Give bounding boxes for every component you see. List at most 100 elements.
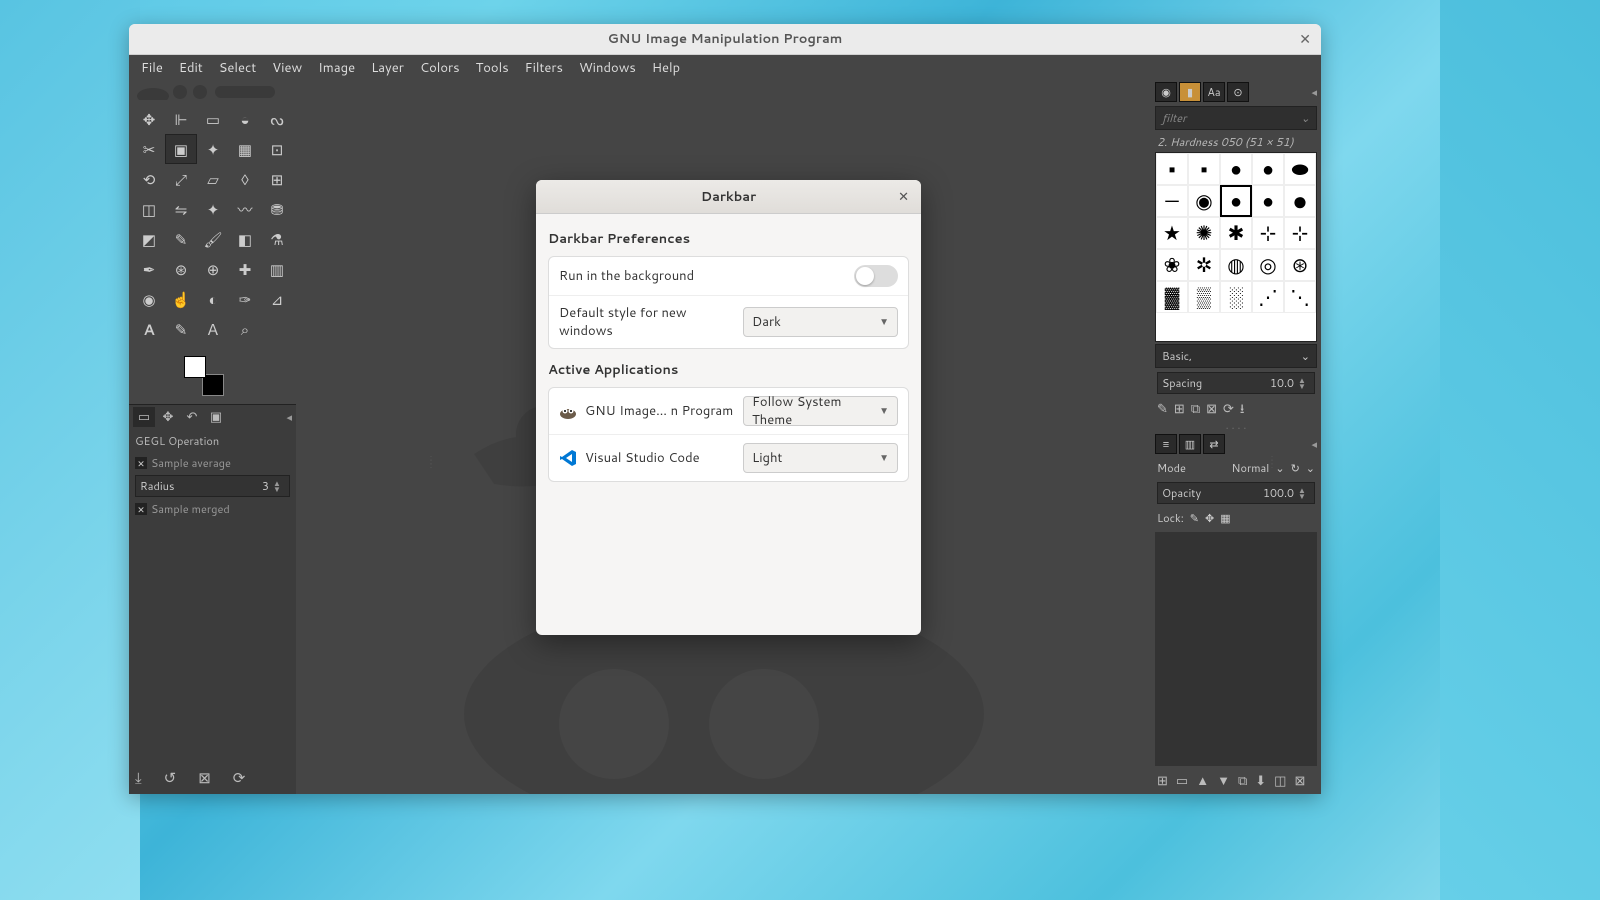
restore-options-icon[interactable]: ↺: [164, 767, 177, 788]
dup-brush-icon[interactable]: ⧉: [1191, 400, 1200, 422]
delete-options-icon[interactable]: ⊠: [198, 767, 211, 788]
tool-cage-icon[interactable]: ✦: [197, 194, 229, 224]
chevron-down-icon[interactable]: ⌄: [1306, 460, 1315, 476]
reset-options-icon[interactable]: ⟳: [233, 767, 246, 788]
tool-dodge-icon[interactable]: ◐: [197, 284, 229, 314]
app-theme-dropdown[interactable]: Light ▼: [743, 443, 898, 473]
tool-airbrush-icon[interactable]: ⚗: [261, 224, 293, 254]
tool-rect-select-icon[interactable]: ▭: [197, 104, 229, 134]
tab-menu-icon[interactable]: ◂: [286, 409, 292, 425]
sample-merged-checkbox[interactable]: ✕: [135, 503, 147, 515]
tool-ink-icon[interactable]: ✒: [133, 254, 165, 284]
sample-average-checkbox[interactable]: ✕: [135, 457, 147, 469]
tool-measure-icon[interactable]: ⊿: [261, 284, 293, 314]
tool-gradient-icon[interactable]: ◩: [133, 224, 165, 254]
paths-tab-icon[interactable]: ⇄: [1203, 434, 1225, 454]
undo-tab-icon[interactable]: ↶: [181, 407, 203, 427]
patterns-tab-icon[interactable]: ▮: [1179, 82, 1201, 102]
chevron-down-icon[interactable]: ⌄: [1301, 348, 1310, 364]
tooloptions-tab-icon[interactable]: ▭: [133, 407, 155, 427]
tool-path-icon[interactable]: ✑: [229, 284, 261, 314]
fonts-tab-icon[interactable]: Aa: [1203, 82, 1225, 102]
menu-filters[interactable]: Filters: [517, 56, 571, 80]
lock-position-icon[interactable]: ✥: [1205, 510, 1214, 526]
layers-tab-icon[interactable]: ≡: [1155, 434, 1177, 454]
open-brush-icon[interactable]: ⭳: [1240, 400, 1245, 422]
lock-pixels-icon[interactable]: ✎: [1190, 510, 1199, 526]
menu-file[interactable]: File: [133, 56, 171, 80]
device-tab-icon[interactable]: ✥: [157, 407, 179, 427]
tool-warp-icon[interactable]: 〰: [229, 194, 261, 224]
tool-pencil-icon[interactable]: ✎: [165, 224, 197, 254]
tool-heal-icon[interactable]: ✚: [229, 254, 261, 284]
menu-colors[interactable]: Colors: [412, 56, 468, 80]
tool-by-color-icon[interactable]: ▦: [229, 134, 261, 164]
edit-brush-icon[interactable]: ✎: [1157, 400, 1168, 422]
tool-foreground-select-icon[interactable]: ▣: [165, 134, 197, 164]
mode-switch-icon[interactable]: ↻: [1291, 460, 1300, 476]
titlebar[interactable]: GNU Image Manipulation Program ✕: [129, 24, 1321, 55]
tool-paintbrush-icon[interactable]: 🖌: [197, 224, 229, 254]
color-swatch[interactable]: [184, 356, 224, 396]
tool-fuzzy-select-icon[interactable]: ✦: [197, 134, 229, 164]
save-options-icon[interactable]: ⤓: [135, 767, 142, 788]
merge-layer-icon[interactable]: ⬇: [1255, 772, 1266, 790]
brush-preset-dropdown[interactable]: Basic, ⌄: [1155, 344, 1317, 368]
tool-clone-icon[interactable]: ⊕: [197, 254, 229, 284]
refresh-brush-icon[interactable]: ⟳: [1223, 400, 1234, 422]
tool-blur-icon[interactable]: ◉: [133, 284, 165, 314]
tool-mypaint-icon[interactable]: ⊛: [165, 254, 197, 284]
rd-tab-menu-icon[interactable]: ◂: [1311, 436, 1317, 452]
window-close-icon[interactable]: ✕: [1299, 29, 1311, 49]
tool-perspective-icon[interactable]: ◊: [229, 164, 261, 194]
brushes-tab-icon[interactable]: ◉: [1155, 82, 1177, 102]
spinner-arrows-icon[interactable]: ▲▼: [1298, 377, 1310, 389]
tool-gegl-icon[interactable]: Ａ: [197, 314, 229, 344]
spinner-arrows-icon[interactable]: ▲▼: [273, 480, 285, 492]
chevron-down-icon[interactable]: ⌄: [1301, 110, 1310, 126]
spacing-spinner[interactable]: Spacing 10.0 ▲▼: [1157, 372, 1315, 394]
tool-text-icon[interactable]: A: [133, 314, 165, 344]
tool-zoom-icon[interactable]: ⌕: [229, 314, 261, 344]
brush-filter-input[interactable]: filter ⌄: [1155, 106, 1317, 130]
brush-grid[interactable]: ▪▪●●⬬ —◉●●● ★✺✱⊹⊹ ❀✲◍◎⊛ ▓▒░⋰⋱: [1155, 152, 1317, 342]
lower-layer-icon[interactable]: ▼: [1217, 772, 1230, 790]
channels-tab-icon[interactable]: ▥: [1179, 434, 1201, 454]
dialog-close-icon[interactable]: ✕: [898, 188, 909, 206]
menu-help[interactable]: Help: [644, 56, 688, 80]
tool-eraser-icon[interactable]: ◧: [229, 224, 261, 254]
lock-alpha-icon[interactable]: ▦: [1220, 510, 1230, 526]
tool-flip-icon[interactable]: ⇋: [165, 194, 197, 224]
tool-lasso-icon[interactable]: ᔓ: [261, 104, 293, 134]
del-brush-icon[interactable]: ⊠: [1206, 400, 1217, 422]
opacity-spinner[interactable]: Opacity 100.0 ▲▼: [1157, 482, 1315, 504]
menu-layer[interactable]: Layer: [363, 56, 412, 80]
mask-layer-icon[interactable]: ◫: [1274, 772, 1286, 790]
tool-crop-icon[interactable]: ⊡: [261, 134, 293, 164]
history-tab-icon[interactable]: ⊙: [1227, 82, 1249, 102]
tool-smudge-icon[interactable]: ☝: [165, 284, 197, 314]
spinner-arrows-icon[interactable]: ▲▼: [1298, 487, 1310, 499]
tool-unified-icon[interactable]: ⊞: [261, 164, 293, 194]
fg-color-icon[interactable]: [184, 356, 206, 378]
new-layer-icon[interactable]: ⊞: [1157, 772, 1168, 790]
tool-move-icon[interactable]: ✥: [133, 104, 165, 134]
tool-bucket-icon[interactable]: ⛃: [261, 194, 293, 224]
layer-group-icon[interactable]: ▭: [1176, 772, 1188, 790]
menu-select[interactable]: Select: [211, 56, 264, 80]
new-brush-icon[interactable]: ⊞: [1174, 400, 1185, 422]
menu-edit[interactable]: Edit: [171, 56, 211, 80]
layers-list[interactable]: [1155, 532, 1317, 766]
menu-windows[interactable]: Windows: [571, 56, 644, 80]
tool-scissors-icon[interactable]: ✂: [133, 134, 165, 164]
tool-rotate-icon[interactable]: ⟲: [133, 164, 165, 194]
tool-ellipse-select-icon[interactable]: ◒: [229, 104, 261, 134]
menu-view[interactable]: View: [264, 56, 310, 80]
dup-layer-icon[interactable]: ⧉: [1238, 772, 1247, 790]
tool-handle-icon[interactable]: ◫: [133, 194, 165, 224]
default-style-dropdown[interactable]: Dark ▼: [743, 307, 898, 337]
tool-scale-icon[interactable]: ⤢: [165, 164, 197, 194]
tool-shear-icon[interactable]: ▱: [197, 164, 229, 194]
raise-layer-icon[interactable]: ▲: [1196, 772, 1209, 790]
run-background-toggle[interactable]: [854, 265, 898, 287]
